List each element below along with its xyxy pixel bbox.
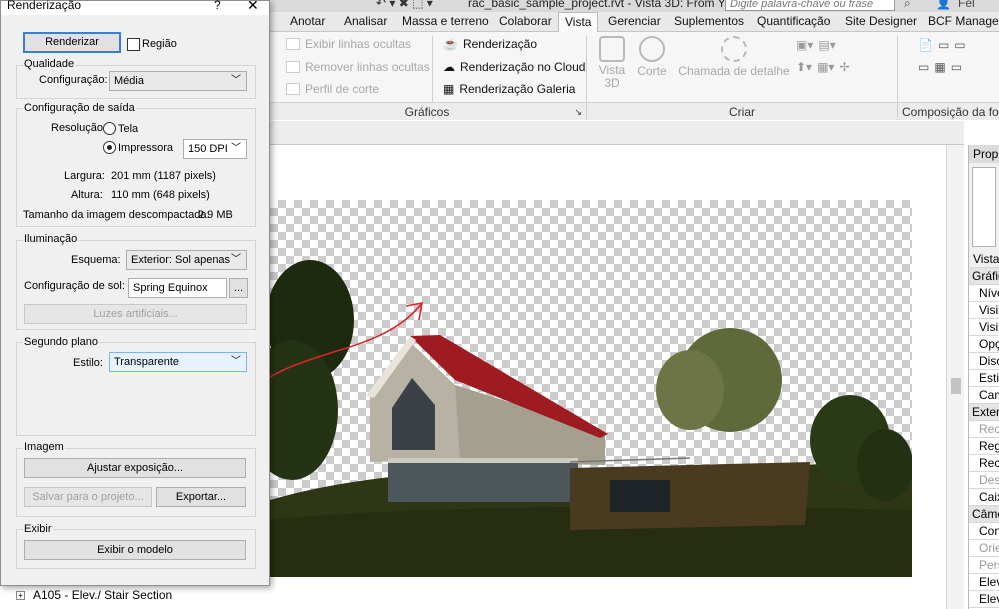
width-value: 201 mm (1187 pixels): [111, 170, 216, 182]
close-icon[interactable]: ✕: [247, 0, 259, 14]
region-label: Região: [142, 38, 177, 50]
save-to-project-button[interactable]: Salvar para o projeto...: [24, 487, 152, 507]
image-size-value: 2.9 MB: [198, 209, 233, 221]
output-group-label: Configuração de saída: [23, 102, 136, 114]
property-row: Exten: [969, 404, 999, 421]
display-group-label: Exibir: [23, 523, 53, 535]
property-row[interactable]: Pers: [969, 557, 999, 574]
project-browser: + A105 - Elev./ Stair Section: [0, 585, 268, 609]
chevron-down-icon: ﹀: [231, 356, 241, 367]
height-label: Altura:: [71, 189, 103, 201]
property-row[interactable]: Cam: [969, 387, 999, 404]
help-icon[interactable]: ?: [214, 0, 221, 12]
quality-config-label: Configuração:: [39, 74, 108, 86]
region-checkbox[interactable]: [127, 38, 140, 51]
expand-icon[interactable]: +: [16, 591, 25, 601]
property-row[interactable]: Desl: [969, 472, 999, 489]
property-row[interactable]: Con: [969, 523, 999, 540]
screen-label: Tela: [118, 123, 139, 135]
chevron-down-icon: ﹀: [231, 254, 241, 265]
show-model-button[interactable]: Exibir o modelo: [24, 540, 246, 560]
background-style-select[interactable]: Transparente ﹀: [109, 352, 247, 372]
width-label: Largura:: [64, 170, 105, 182]
property-row[interactable]: Elev: [969, 591, 999, 608]
scheme-select[interactable]: Exterior: Sol apenas ﹀: [126, 250, 247, 270]
property-row[interactable]: Visib: [969, 302, 999, 319]
printer-radio[interactable]: [103, 141, 116, 154]
image-size-label: Tamanho da imagem descompactada:: [23, 209, 210, 221]
properties-header: Propr: [969, 145, 999, 163]
sun-setting-field[interactable]: Spring Equinox: [128, 278, 227, 298]
properties-rows: VistaGráficNíveVisibVisibOpçõDiscEstilCa…: [969, 251, 999, 609]
style-label: Estilo:: [73, 357, 103, 369]
dialog-title: Renderização: [7, 0, 82, 12]
vertical-scrollbar[interactable]: [946, 145, 964, 609]
property-row: Vista: [969, 251, 999, 268]
quality-group-label: Qualidade: [23, 58, 76, 70]
image-group-label: Imagem: [23, 441, 65, 453]
printer-label: Impressora: [118, 142, 174, 154]
height-value: 110 mm (648 pixels): [111, 189, 210, 201]
dpi-select[interactable]: 150 DPI ﹀: [183, 139, 247, 159]
type-selector-thumbnail[interactable]: [972, 167, 996, 247]
export-button[interactable]: Exportar...: [156, 487, 246, 507]
property-row[interactable]: Visib: [969, 319, 999, 336]
sun-setting-label: Configuração de sol:: [24, 280, 125, 292]
chevron-down-icon: ﹀: [231, 75, 241, 86]
resolution-label: Resolução:: [51, 122, 107, 134]
adjust-exposure-button[interactable]: Ajustar exposição...: [24, 458, 246, 478]
property-row[interactable]: Disc: [969, 353, 999, 370]
quality-config-select[interactable]: Média ﹀: [109, 71, 247, 91]
screen-radio[interactable]: [103, 122, 116, 135]
render-now-button[interactable]: Renderizar: [23, 32, 121, 53]
background-group-label: Segundo plano: [23, 336, 100, 348]
sun-setting-browse-button[interactable]: ...: [229, 278, 248, 298]
annotation-arrow: [247, 302, 423, 397]
scheme-label: Esquema:: [71, 254, 121, 266]
property-row: Gráfic: [969, 268, 999, 285]
property-row[interactable]: Reco: [969, 421, 999, 438]
chevron-down-icon: ﹀: [231, 143, 241, 154]
dialog-title-bar: Renderização ? ✕: [1, 0, 269, 15]
artificial-lights-button[interactable]: Luzes artificiais...: [24, 304, 247, 324]
property-row[interactable]: Níve: [969, 285, 999, 302]
property-row[interactable]: Estil: [969, 370, 999, 387]
property-row[interactable]: Elev: [969, 574, 999, 591]
property-row[interactable]: Opçõ: [969, 336, 999, 353]
property-row: Câme: [969, 506, 999, 523]
properties-palette: Propr VistaGráficNíveVisibVisibOpçõDiscE…: [968, 145, 999, 609]
property-row[interactable]: Caix: [969, 489, 999, 506]
render-dialog: Renderização ? ✕ Renderizar Região Quali…: [0, 0, 270, 586]
scrollbar-thumb[interactable]: [951, 378, 961, 394]
lighting-group-label: Iluminação: [23, 233, 79, 245]
property-row[interactable]: Orie: [969, 540, 999, 557]
property-row[interactable]: Reco: [969, 455, 999, 472]
property-row[interactable]: Regi: [969, 438, 999, 455]
browser-item[interactable]: + A105 - Elev./ Stair Section: [16, 588, 172, 602]
